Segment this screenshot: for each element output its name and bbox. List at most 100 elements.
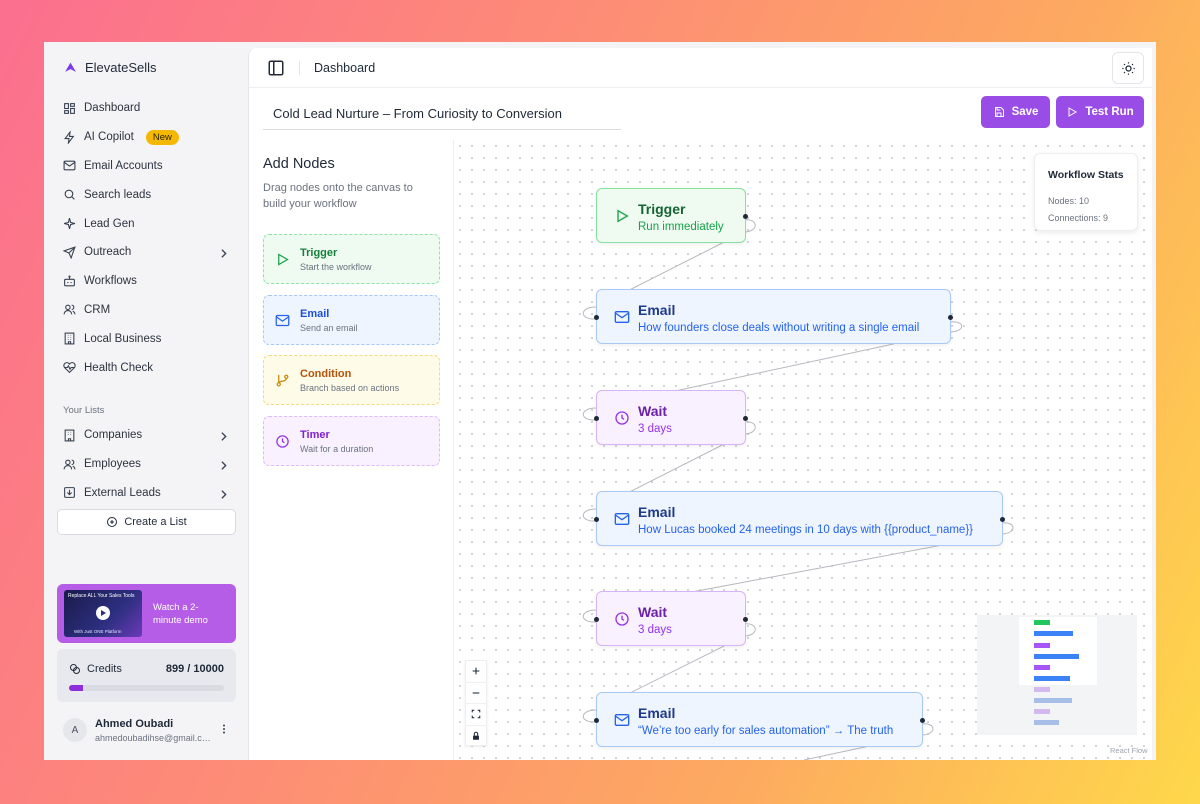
play-icon xyxy=(278,253,289,266)
sidebar-item-label: Lead Gen xyxy=(84,217,135,230)
credits-label: Credits xyxy=(87,663,122,675)
palette-node-title: Timer xyxy=(300,429,330,441)
workflow-title-input[interactable] xyxy=(263,98,621,130)
minimap-viewport xyxy=(1019,617,1097,685)
brand[interactable]: ElevateSells xyxy=(64,60,157,75)
flow-node-subtitle: 3 days xyxy=(638,423,672,435)
flow-node-wait[interactable]: Wait 3 days xyxy=(594,390,748,445)
sidebar-item-outreach[interactable]: Outreach xyxy=(56,238,238,267)
demo-text: Watch a 2-minute demo xyxy=(153,602,208,626)
sidebar-item-local-business[interactable]: Local Business xyxy=(56,324,238,353)
sidebar-item-workflows[interactable]: Workflows xyxy=(56,267,238,296)
app-window: ElevateSells Dashboard AI Copilot New Em… xyxy=(44,42,1156,760)
save-button[interactable]: Save xyxy=(981,96,1050,128)
palette-node-email[interactable]: Email Send an email xyxy=(263,295,440,345)
zoom-in-button[interactable] xyxy=(466,661,486,683)
search-icon xyxy=(64,189,75,201)
sidebar-item-companies[interactable]: Companies xyxy=(56,421,238,450)
flow-node-title: Email xyxy=(638,705,676,721)
zoom-out-button[interactable] xyxy=(466,683,486,704)
chevron-right-icon xyxy=(221,461,227,470)
input-handle[interactable] xyxy=(594,617,599,622)
palette-node-trigger[interactable]: Trigger Start the workflow xyxy=(263,234,440,284)
sidebar-item-ai-copilot[interactable]: AI Copilot New xyxy=(56,123,238,152)
flow-node-trigger[interactable]: Trigger Run immediately xyxy=(596,188,748,243)
flow-node-email[interactable]: Email How Lucas booked 24 meetings in 10… xyxy=(594,491,1005,546)
thumbnail-subtitle: With Just ONE Platform xyxy=(74,629,122,634)
output-handle[interactable] xyxy=(948,315,953,320)
palette-node-subtitle: Wait for a duration xyxy=(300,444,374,454)
heart-pulse-icon xyxy=(63,362,76,374)
input-handle[interactable] xyxy=(594,315,599,320)
more-vertical-icon[interactable] xyxy=(218,722,230,736)
fit-view-button[interactable] xyxy=(466,704,486,726)
building-icon xyxy=(64,332,75,345)
minimap-node xyxy=(1034,654,1079,659)
workflow-canvas[interactable]: Trigger Run immediately Email How founde… xyxy=(454,140,1152,760)
lock-button[interactable] xyxy=(466,726,486,748)
react-flow-attribution[interactable]: React Flow xyxy=(1110,746,1148,755)
sidebar-item-label: Outreach xyxy=(84,246,132,259)
minimap[interactable] xyxy=(977,615,1137,735)
input-handle[interactable] xyxy=(594,718,599,723)
palette-title: Add Nodes xyxy=(263,156,335,172)
palette-node-title: Condition xyxy=(300,368,352,380)
breadcrumb[interactable]: Dashboard xyxy=(314,61,375,75)
minimap-node xyxy=(1034,709,1050,714)
sidebar-item-search-leads[interactable]: Search leads xyxy=(56,180,238,209)
palette-node-title: Email xyxy=(300,308,330,320)
sidebar-item-label: AI Copilot xyxy=(84,131,134,144)
palette-node-subtitle: Start the workflow xyxy=(300,262,372,272)
minimap-node xyxy=(1034,676,1070,681)
credits-progress-bar xyxy=(69,685,224,691)
minimap-node xyxy=(1034,620,1050,625)
flow-node-wait[interactable]: Wait 3 days xyxy=(594,591,748,646)
test-run-button[interactable]: Test Run xyxy=(1056,96,1144,128)
input-handle[interactable] xyxy=(594,416,599,421)
input-handle[interactable] xyxy=(594,517,599,522)
flow-node-email[interactable]: Email How founders close deals without w… xyxy=(594,289,953,344)
palette-node-subtitle: Send an email xyxy=(300,323,358,333)
minimap-node xyxy=(1034,631,1073,636)
sidebar-toggle-icon[interactable] xyxy=(267,59,285,77)
thumbnail-title: Replace ALL Your Sales Tools xyxy=(68,593,135,599)
sidebar-item-label: Workflows xyxy=(84,275,137,288)
sidebar-item-dashboard[interactable]: Dashboard xyxy=(56,94,238,123)
user-name: Ahmed Oubadi xyxy=(95,718,174,730)
flow-node-title: Trigger xyxy=(638,201,686,217)
demo-thumbnail[interactable]: Replace ALL Your Sales Tools With Just O… xyxy=(64,590,142,637)
sidebar-item-email-accounts[interactable]: Email Accounts xyxy=(56,152,238,181)
output-handle[interactable] xyxy=(920,718,925,723)
user-profile[interactable]: A Ahmed Oubadi ahmedoubadihse@gmail.com xyxy=(57,710,236,750)
building-icon xyxy=(64,429,75,442)
mail-icon xyxy=(614,311,630,323)
output-handle[interactable] xyxy=(743,416,748,421)
minus-icon xyxy=(472,692,480,694)
fit-view-icon xyxy=(471,709,481,719)
mail-icon xyxy=(275,314,290,327)
sidebar-item-label: External Leads xyxy=(84,486,161,499)
sidebar-item-employees[interactable]: Employees xyxy=(56,450,238,479)
output-handle[interactable] xyxy=(1000,517,1005,522)
flow-node-email[interactable]: Email “We’re too early for sales automat… xyxy=(594,692,925,747)
credits-panel: Credits 899 / 10000 xyxy=(57,649,236,702)
output-handle[interactable] xyxy=(743,214,748,219)
demo-video-card[interactable]: Replace ALL Your Sales Tools With Just O… xyxy=(57,584,236,643)
sidebar-item-external-leads[interactable]: External Leads xyxy=(56,479,238,508)
palette-description: Drag nodes onto the canvas to build your… xyxy=(263,182,413,210)
output-handle[interactable] xyxy=(743,617,748,622)
palette-node-timer[interactable]: Timer Wait for a duration xyxy=(263,416,440,466)
sidebar-item-lead-gen[interactable]: Lead Gen xyxy=(56,209,238,238)
theme-toggle-button[interactable] xyxy=(1112,52,1144,84)
create-list-button[interactable]: Create a List xyxy=(57,509,236,535)
sidebar-item-crm[interactable]: CRM xyxy=(56,296,238,325)
credits-progress-fill xyxy=(69,685,83,691)
brand-name: ElevateSells xyxy=(85,60,157,75)
play-icon xyxy=(617,209,629,223)
palette-node-title: Trigger xyxy=(300,247,338,259)
flow-node-title: Email xyxy=(638,504,676,520)
save-label: Save xyxy=(1011,106,1039,118)
palette-node-condition[interactable]: Condition Branch based on actions xyxy=(263,355,440,405)
sidebar-item-health-check[interactable]: Health Check xyxy=(56,353,238,382)
your-lists-heading: Your Lists xyxy=(63,405,105,416)
